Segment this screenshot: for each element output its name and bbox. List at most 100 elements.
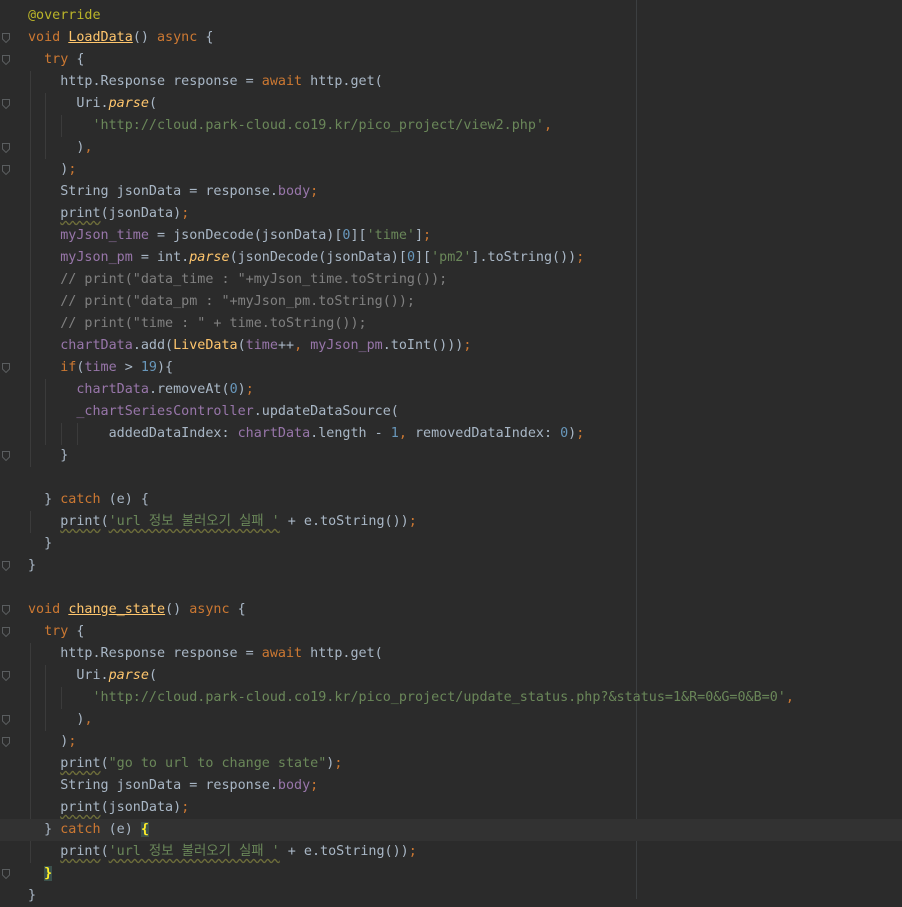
code-token: (e) {: [100, 492, 149, 507]
code-token: chartData: [76, 382, 149, 397]
code-token: 0: [229, 382, 238, 397]
code-text: @override: [28, 5, 101, 27]
code-line[interactable]: // print("data_time : "+myJson_time.toSt…: [0, 269, 902, 291]
code-line[interactable]: String jsonData = response.body;: [0, 775, 902, 797]
code-line[interactable]: }: [0, 863, 902, 885]
code-line[interactable]: } catch (e) {: [0, 819, 902, 841]
code-line[interactable]: http.Response response = await http.get(: [0, 71, 902, 93]
code-line[interactable]: }: [0, 885, 902, 907]
code-token: ,: [543, 118, 553, 133]
code-line[interactable]: }: [0, 533, 902, 555]
code-token: Uri.: [28, 668, 109, 683]
code-token: removedDataIndex:: [406, 426, 561, 441]
code-line[interactable]: String jsonData = response.body;: [0, 181, 902, 203]
code-token: void: [28, 30, 61, 45]
code-token: ;: [408, 514, 417, 529]
code-text: }: [28, 885, 36, 907]
code-line[interactable]: try {: [0, 621, 902, 643]
code-token: }: [28, 822, 61, 837]
code-token: (: [148, 96, 157, 111]
code-line[interactable]: 'http://cloud.park-cloud.co19.kr/pico_pr…: [0, 687, 902, 709]
code-token: ].toString()): [471, 250, 577, 265]
code-line[interactable]: @override: [0, 5, 902, 27]
code-text: // print("time : " + time.toString());: [28, 313, 367, 335]
code-line[interactable]: );: [0, 159, 902, 181]
code-token: ;: [68, 162, 77, 177]
code-line[interactable]: http.Response response = await http.get(: [0, 643, 902, 665]
code-line[interactable]: // print("time : " + time.toString());: [0, 313, 902, 335]
code-line[interactable]: } catch (e) {: [0, 489, 902, 511]
code-line[interactable]: 'http://cloud.park-cloud.co19.kr/pico_pr…: [0, 115, 902, 137]
code-text: Uri.parse(: [28, 93, 157, 115]
code-token: ): [28, 140, 85, 155]
code-line[interactable]: chartData.removeAt(0);: [0, 379, 902, 401]
code-token: (e): [100, 822, 141, 837]
code-text: chartData.add(LiveData(time++, myJson_pm…: [28, 335, 471, 357]
code-token: chartData: [60, 338, 133, 353]
code-line[interactable]: print('url 정보 불러오기 실패 ' + e.toString());: [0, 841, 902, 863]
code-line[interactable]: myJson_pm = int.parse(jsonDecode(jsonDat…: [0, 247, 902, 269]
code-editor[interactable]: @override void LoadData() async { try { h…: [0, 0, 902, 903]
code-token: ]: [414, 228, 424, 243]
code-line[interactable]: chartData.add(LiveData(time++, myJson_pm…: [0, 335, 902, 357]
code-token: Uri.: [28, 96, 109, 111]
code-text: String jsonData = response.body;: [28, 181, 318, 203]
code-token: try: [44, 52, 69, 67]
code-text: try {: [28, 621, 84, 643]
code-line[interactable]: ),: [0, 137, 902, 159]
code-line[interactable]: [0, 577, 902, 599]
code-token: ;: [181, 206, 190, 221]
code-line[interactable]: print('url 정보 불러오기 실패 ' + e.toString());: [0, 511, 902, 533]
code-line[interactable]: );: [0, 731, 902, 753]
code-line[interactable]: print("go to url to change state");: [0, 753, 902, 775]
code-line[interactable]: try {: [0, 49, 902, 71]
code-token: (: [100, 844, 109, 859]
code-line[interactable]: print(jsonData);: [0, 203, 902, 225]
code-token: http.Response response =: [28, 646, 262, 661]
code-token: {: [229, 602, 246, 617]
code-line[interactable]: addedDataIndex: chartData.length - 1, re…: [0, 423, 902, 445]
code-token: change_state: [68, 602, 166, 617]
code-token: time: [84, 360, 117, 375]
code-line[interactable]: _chartSeriesController.updateDataSource(: [0, 401, 902, 423]
code-line[interactable]: Uri.parse(: [0, 93, 902, 115]
code-line[interactable]: [0, 467, 902, 489]
code-token: 'url 정보 불러오기 실패 ': [108, 844, 280, 859]
code-text: }: [28, 555, 36, 577]
code-text: ),: [28, 137, 92, 159]
code-line[interactable]: }: [0, 445, 902, 467]
code-line[interactable]: ),: [0, 709, 902, 731]
code-token: // print("time : " + time.toString());: [60, 316, 367, 331]
code-line[interactable]: print(jsonData);: [0, 797, 902, 819]
code-token: print: [60, 206, 101, 221]
code-token: = jsonDecode(jsonData)[: [148, 228, 343, 243]
code-text: _chartSeriesController.updateDataSource(: [28, 401, 399, 423]
code-line[interactable]: Uri.parse(: [0, 665, 902, 687]
code-token: myJson_pm: [310, 338, 383, 353]
code-text: // print("data_time : "+myJson_time.toSt…: [28, 269, 447, 291]
code-line[interactable]: }: [0, 555, 902, 577]
code-token: body: [277, 778, 311, 793]
code-line[interactable]: if(time > 19){: [0, 357, 902, 379]
code-line[interactable]: void change_state() async {: [0, 599, 902, 621]
code-text: void change_state() async {: [28, 599, 246, 621]
code-line[interactable]: void LoadData() async {: [0, 27, 902, 49]
code-token: String jsonData = response.: [28, 184, 278, 199]
code-text: print(jsonData);: [28, 203, 189, 225]
code-line[interactable]: myJson_time = jsonDecode(jsonData)[0]['t…: [0, 225, 902, 247]
code-token: LoadData: [68, 30, 133, 45]
code-line[interactable]: // print("data_pm : "+myJson_pm.toString…: [0, 291, 902, 313]
code-text: print('url 정보 불러오기 실패 ' + e.toString());: [28, 841, 417, 863]
code-token: }: [44, 866, 53, 881]
code-token: ;: [310, 778, 319, 793]
code-token: {: [68, 52, 85, 67]
code-token: myJson_pm: [60, 250, 133, 265]
code-token: myJson_time: [60, 228, 149, 243]
